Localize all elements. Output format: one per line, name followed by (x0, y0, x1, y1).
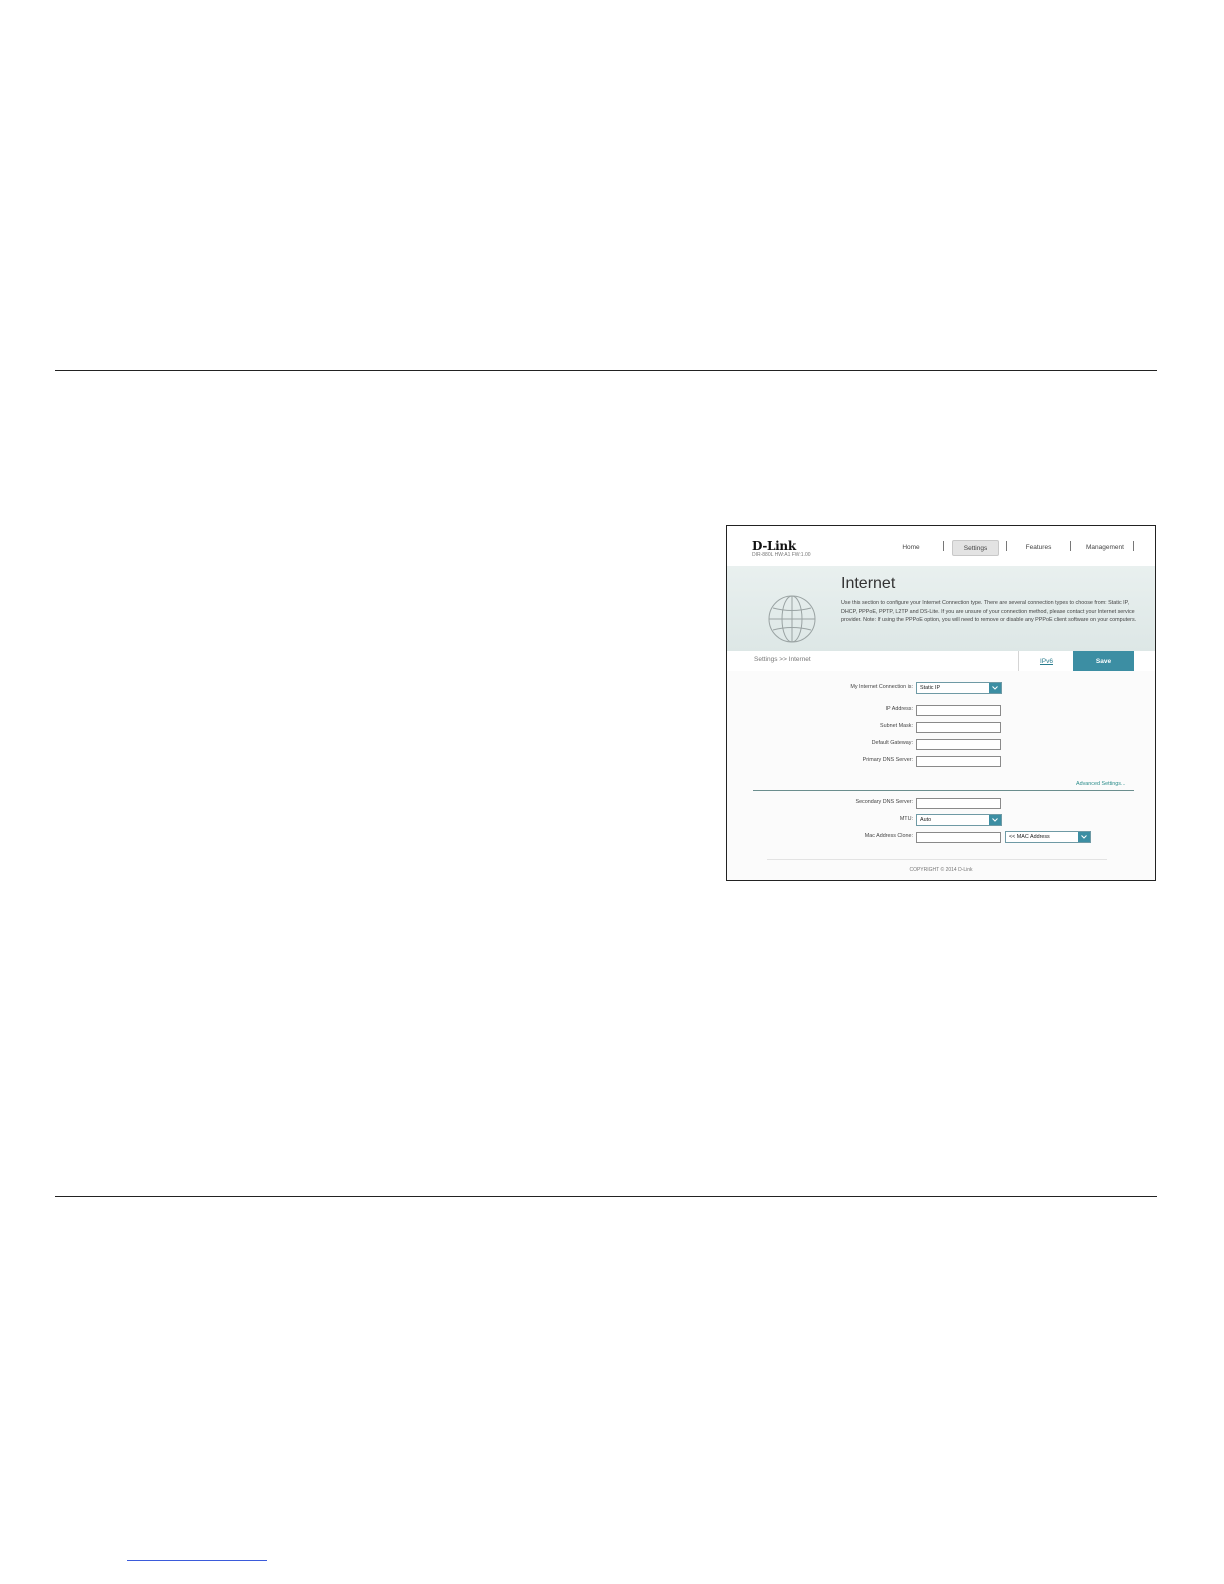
footer-link-underline (127, 1560, 267, 1561)
action-bar: Settings >> Internet IPv6 Save (727, 651, 1155, 672)
internet-banner: Internet Use this section to configure y… (727, 566, 1155, 652)
secondary-dns-label: Secondary DNS Server: (855, 799, 913, 805)
mtu-select[interactable]: Auto (916, 814, 1002, 826)
ip-address-label: IP Address: (885, 706, 913, 712)
primary-dns-label: Primary DNS Server: (862, 757, 913, 763)
subnet-mask-input[interactable] (916, 722, 1001, 733)
mac-clone-label: Mac Address Clone: (864, 833, 913, 839)
router-ui-screenshot: D-Link DIR-880L HW:A1 FW:1.00 Home Setti… (726, 525, 1156, 881)
ipv6-link[interactable]: IPv6 (1018, 651, 1074, 671)
mac-clone-input[interactable] (916, 832, 1001, 843)
mtu-label: MTU: (899, 816, 913, 822)
default-gateway-input[interactable] (916, 739, 1001, 750)
page-title: Internet (841, 575, 896, 592)
nav-separator (1070, 541, 1071, 551)
connection-type-select[interactable]: Static IP (916, 682, 1002, 694)
globe-icon (768, 595, 816, 643)
default-gateway-label: Default Gateway: (871, 740, 913, 746)
nav-separator (1006, 541, 1007, 551)
nav-home[interactable]: Home (890, 540, 932, 554)
mac-address-select[interactable]: << MAC Address (1005, 831, 1091, 843)
breadcrumb: Settings >> Internet (754, 656, 811, 663)
nav-features[interactable]: Features (1016, 540, 1061, 554)
nav-management[interactable]: Management (1078, 540, 1132, 554)
chevron-down-icon (1078, 832, 1090, 842)
router-header: D-Link DIR-880L HW:A1 FW:1.00 Home Setti… (727, 526, 1155, 567)
ip-address-input[interactable] (916, 705, 1001, 716)
chevron-down-icon (989, 683, 1001, 693)
save-button[interactable]: Save (1073, 651, 1134, 671)
copyright-text: COPYRIGHT © 2014 D-Link (909, 867, 973, 873)
nav-separator (1133, 541, 1134, 551)
page-bottom-rule (55, 1196, 1157, 1197)
nav-settings[interactable]: Settings (952, 540, 999, 556)
connection-type-value: Static IP (920, 685, 941, 691)
footer-divider (767, 859, 1107, 860)
advanced-divider (753, 790, 1134, 791)
nav-separator (943, 541, 944, 551)
page-description: Use this section to configure your Inter… (841, 600, 1137, 623)
dlink-logo: D-Link (752, 539, 796, 553)
mtu-value: Auto (920, 817, 932, 823)
model-info: DIR-880L HW:A1 FW:1.00 (752, 552, 811, 558)
connection-type-label: My Internet Connection is: (850, 684, 913, 690)
mac-select-value: << MAC Address (1009, 834, 1050, 840)
secondary-dns-input[interactable] (916, 798, 1001, 809)
subnet-mask-label: Subnet Mask: (880, 723, 913, 729)
chevron-down-icon (989, 815, 1001, 825)
internet-form: My Internet Connection is: Static IP IP … (727, 671, 1155, 880)
page-top-rule (55, 370, 1157, 371)
advanced-settings-link[interactable]: Advanced Settings... (1076, 781, 1125, 787)
primary-dns-input[interactable] (916, 756, 1001, 767)
